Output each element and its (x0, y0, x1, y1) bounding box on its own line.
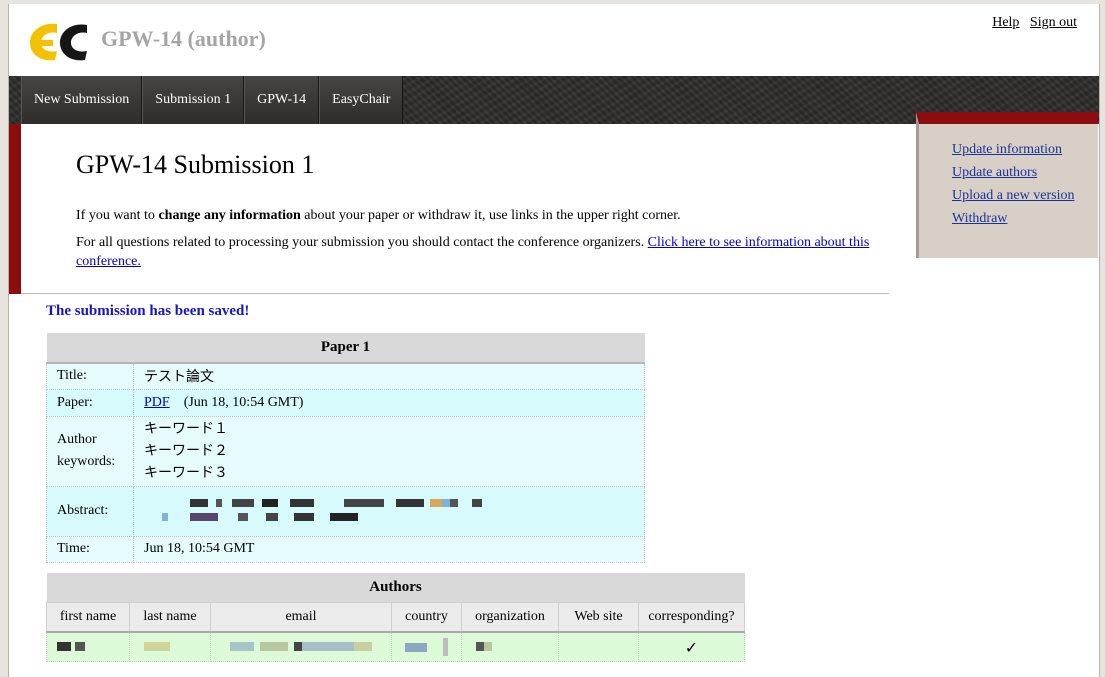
author-last-name-redacted (129, 631, 211, 662)
nav-tabs: New Submission Submission 1 GPW-14 EasyC… (21, 76, 404, 124)
col-corresponding: corresponding? (638, 602, 745, 633)
paper-caption: Paper 1 (46, 333, 645, 364)
author-country-redacted (391, 631, 462, 662)
pdf-link[interactable]: PDF (144, 395, 170, 410)
col-country: country (391, 602, 462, 633)
page-container: GPW-14 (author) Help Sign out New Submis… (8, 4, 1100, 677)
info-change-text: If you want to change any information ab… (76, 208, 681, 224)
authors-table: Authors first name last name email count… (46, 573, 745, 662)
info-change-prefix: If you want to (76, 208, 159, 223)
update-information-link[interactable]: Update information (952, 142, 1062, 157)
update-authors-link[interactable]: Update authors (952, 165, 1037, 180)
divider (21, 293, 889, 294)
withdraw-link[interactable]: Withdraw (952, 211, 1007, 226)
title-value: テスト論文 (133, 362, 645, 390)
keyword-2: キーワード２ (144, 443, 228, 459)
paper-row: Paper: PDF (Jun 18, 10:54 GMT) (46, 388, 645, 417)
keywords-row: Author keywords: キーワード１ キーワード２ キーワード３ (46, 415, 645, 487)
authors-caption: Authors (46, 573, 745, 603)
sign-out-link[interactable]: Sign out (1030, 15, 1077, 30)
col-last-name: last name (129, 602, 211, 633)
paper-table: Paper 1 Title: テスト論文 Paper: PDF (Jun 18,… (46, 333, 645, 563)
authors-header-row: first name last name email country organ… (46, 602, 745, 633)
tab-new-submission[interactable]: New Submission (21, 76, 143, 124)
title-label: Title: (46, 362, 134, 390)
top-links: Help Sign out (985, 15, 1077, 31)
saved-message: The submission has been saved! (46, 303, 250, 319)
author-first-name-redacted (46, 631, 130, 662)
checkmark-icon: ✓ (638, 631, 745, 662)
col-email: email (210, 602, 392, 633)
author-row: ✓ (46, 631, 745, 662)
keywords-label: Author keywords: (46, 415, 134, 487)
tab-gpw-14[interactable]: GPW-14 (244, 76, 320, 124)
col-web-site: Web site (558, 602, 639, 633)
info-contact-text: For all questions related to processing … (76, 233, 876, 271)
keywords-label-line1: Author (57, 432, 97, 447)
title-row: Title: テスト論文 (46, 362, 645, 390)
time-label: Time: (46, 535, 134, 563)
upload-new-version-link[interactable]: Upload a new version (952, 188, 1074, 203)
abstract-row: Abstract: (46, 485, 645, 537)
paper-value: PDF (Jun 18, 10:54 GMT) (133, 388, 645, 417)
abstract-label: Abstract: (46, 485, 134, 537)
info-change-bold: change any information (158, 208, 301, 223)
keywords-label-line2: keywords: (57, 454, 116, 469)
help-link[interactable]: Help (992, 15, 1019, 30)
keyword-1: キーワード１ (144, 421, 228, 437)
app-title: GPW-14 (author) (101, 26, 266, 51)
paper-label: Paper: (46, 388, 134, 417)
col-organization: organization (461, 602, 559, 633)
time-value: Jun 18, 10:54 GMT (133, 535, 645, 563)
author-web-site (558, 631, 639, 662)
page-title: GPW-14 Submission 1 (76, 150, 315, 179)
col-first-name: first name (46, 602, 130, 633)
keywords-value: キーワード１ キーワード２ キーワード３ (133, 415, 645, 487)
info-contact-prefix: For all questions related to processing … (76, 235, 648, 250)
tab-submission-1[interactable]: Submission 1 (142, 76, 245, 124)
abstract-redacted-line1 (144, 497, 634, 510)
side-panel: Update information Update authors Upload… (916, 112, 1098, 258)
info-change-suffix: about your paper or withdraw it, use lin… (300, 208, 681, 223)
keyword-3: キーワード３ (144, 465, 228, 481)
tab-easychair[interactable]: EasyChair (319, 76, 404, 124)
abstract-redacted-line2 (144, 510, 634, 525)
paper-date: (Jun 18, 10:54 GMT) (183, 394, 304, 410)
author-email-redacted (210, 631, 392, 662)
abstract-value-redacted (133, 485, 645, 537)
left-accent-bar (9, 124, 21, 294)
side-links: Update information Update authors Upload… (919, 124, 1098, 234)
author-organization-redacted (461, 631, 559, 662)
time-row: Time: Jun 18, 10:54 GMT (46, 535, 645, 563)
easychair-logo[interactable] (27, 20, 91, 64)
